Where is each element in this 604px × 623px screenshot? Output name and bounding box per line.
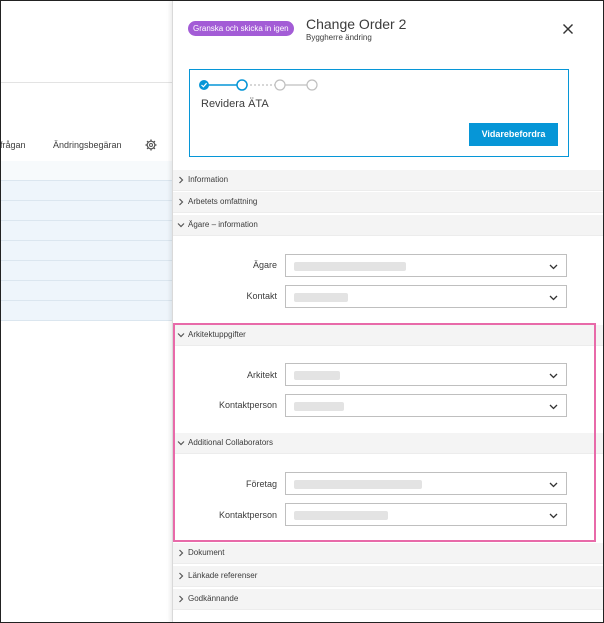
- redacted-value: [294, 293, 348, 302]
- redacted-value: [294, 480, 422, 489]
- owner-label: Ägare: [252, 260, 277, 270]
- panel-title: Change Order 2: [306, 16, 407, 32]
- table-row[interactable]: [0, 241, 172, 261]
- section-collaborators[interactable]: Additional Collaborators: [173, 433, 604, 454]
- redacted-value: [294, 371, 340, 380]
- architect-contact-select[interactable]: [285, 394, 567, 417]
- company-contact-label: Kontaktperson: [218, 510, 277, 520]
- table-row[interactable]: [0, 201, 172, 221]
- gear-icon[interactable]: [145, 139, 157, 151]
- section-documents[interactable]: Dokument: [173, 543, 604, 564]
- table-row[interactable]: [0, 181, 172, 201]
- table-row[interactable]: [0, 301, 172, 321]
- status-badge: Granska och skicka in igen: [188, 21, 294, 36]
- change-order-panel: Granska och skicka in igen Change Order …: [172, 0, 604, 623]
- section-linked-references[interactable]: Länkade referenser: [173, 566, 604, 587]
- current-step-label: Revidera ÄTA: [201, 98, 269, 110]
- chevron-right-icon: [179, 572, 184, 580]
- section-owner[interactable]: Ägare – information: [173, 215, 604, 236]
- section-label: Arkitektuppgifter: [188, 330, 246, 339]
- chevron-down-icon: [177, 441, 185, 446]
- step-pending-icon: [274, 79, 286, 91]
- redacted-value: [294, 511, 388, 520]
- chevron-right-icon: [179, 198, 184, 206]
- table-row[interactable]: [0, 221, 172, 241]
- chevron-right-icon: [179, 595, 184, 603]
- redacted-value: [294, 262, 406, 271]
- company-label: Företag: [245, 479, 277, 489]
- step-pending-icon: [306, 79, 318, 91]
- workflow-box: Revidera ÄTA Vidarebefordra: [189, 69, 569, 157]
- chevron-down-icon: [549, 404, 558, 410]
- background-app: frågan Ändringsbegäran: [0, 0, 172, 623]
- table-row[interactable]: [0, 281, 172, 301]
- chevron-down-icon: [177, 333, 185, 338]
- section-label: Arbetets omfattning: [188, 197, 258, 206]
- section-scope[interactable]: Arbetets omfattning: [173, 192, 604, 213]
- section-label: Ägare – information: [188, 220, 258, 229]
- step-current-icon: [236, 79, 248, 91]
- table-row[interactable]: [0, 161, 172, 181]
- chevron-down-icon: [177, 223, 185, 228]
- section-label: Dokument: [188, 548, 225, 557]
- owner-select[interactable]: [285, 254, 567, 277]
- workflow-stepper: [199, 79, 318, 91]
- chevron-down-icon: [549, 373, 558, 379]
- column-header-change-request[interactable]: Ändringsbegäran: [53, 140, 122, 150]
- column-header-question[interactable]: frågan: [0, 140, 26, 150]
- owner-contact-select[interactable]: [285, 285, 567, 308]
- section-label: Information: [188, 175, 229, 184]
- owner-contact-label: Kontakt: [246, 291, 277, 301]
- chevron-down-icon: [549, 264, 558, 270]
- redacted-value: [294, 402, 344, 411]
- architect-contact-label: Kontaktperson: [218, 400, 277, 410]
- panel-subtitle: Byggherre ändring: [306, 33, 372, 42]
- company-select[interactable]: [285, 472, 567, 495]
- architect-label: Arkitekt: [246, 370, 277, 380]
- close-icon[interactable]: [562, 23, 574, 35]
- section-architect[interactable]: Arkitektuppgifter: [173, 325, 604, 346]
- architect-select[interactable]: [285, 363, 567, 386]
- chevron-down-icon: [549, 482, 558, 488]
- forward-button[interactable]: Vidarebefordra: [469, 123, 558, 146]
- company-contact-select[interactable]: [285, 503, 567, 526]
- table-row[interactable]: [0, 261, 172, 281]
- chevron-down-icon: [549, 295, 558, 301]
- section-approval[interactable]: Godkännande: [173, 589, 604, 610]
- step-completed-icon: [199, 80, 209, 90]
- section-information[interactable]: Information: [173, 170, 604, 191]
- section-label: Länkade referenser: [188, 571, 258, 580]
- section-label: Additional Collaborators: [188, 438, 273, 447]
- chevron-down-icon: [549, 513, 558, 519]
- header-divider: [0, 82, 172, 83]
- chevron-right-icon: [179, 176, 184, 184]
- section-label: Godkännande: [188, 594, 239, 603]
- chevron-right-icon: [179, 549, 184, 557]
